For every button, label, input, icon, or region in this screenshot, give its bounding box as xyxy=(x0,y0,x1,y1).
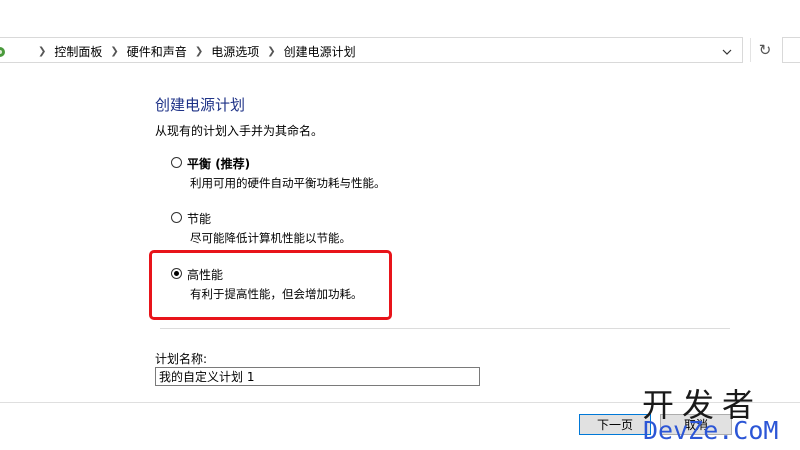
plan-description: 利用可用的硬件自动平衡功耗与性能。 xyxy=(190,176,386,190)
breadcrumb-create-plan[interactable]: 创建电源计划 xyxy=(284,43,356,60)
radio-button[interactable] xyxy=(171,212,182,223)
plan-name-input[interactable] xyxy=(155,367,480,386)
search-box[interactable] xyxy=(782,37,800,63)
plan-label: 平衡 (推荐) xyxy=(187,157,251,171)
breadcrumb-control-panel[interactable]: 控制面板 xyxy=(54,43,102,60)
address-box[interactable]: ❯ 控制面板 ❯ 硬件和声音 ❯ 电源选项 ❯ 创建电源计划 xyxy=(0,37,743,63)
refresh-icon: ↻ xyxy=(758,41,772,59)
plan-name-label: 计划名称: xyxy=(155,352,208,366)
breadcrumb-hardware-sound[interactable]: 硬件和声音 xyxy=(127,43,187,60)
control-panel-icon xyxy=(0,44,8,58)
chevron-right-icon: ❯ xyxy=(267,45,276,57)
next-button[interactable]: 下一页 xyxy=(579,414,651,435)
page-subtitle: 从现有的计划入手并为其命名。 xyxy=(155,124,324,138)
chevron-right-icon: ❯ xyxy=(110,45,119,57)
breadcrumb: ❯ 控制面板 ❯ 硬件和声音 ❯ 电源选项 ❯ 创建电源计划 xyxy=(30,38,356,64)
address-dropdown-button[interactable] xyxy=(714,40,740,64)
window-top-area xyxy=(0,0,800,33)
watermark-text-bottom: DevZe.CoM xyxy=(643,416,779,445)
page-title: 创建电源计划 xyxy=(155,96,246,114)
chevron-right-icon: ❯ xyxy=(194,45,204,57)
refresh-button[interactable]: ↻ xyxy=(750,38,779,62)
address-bar: ❯ 控制面板 ❯ 硬件和声音 ❯ 电源选项 ❯ 创建电源计划 ↻ xyxy=(0,35,800,66)
plan-description: 尽可能降低计算机性能以节能。 xyxy=(190,231,351,245)
chevron-right-icon: ❯ xyxy=(38,45,47,57)
breadcrumb-power-options[interactable]: 电源选项 xyxy=(211,43,259,60)
radio-button[interactable] xyxy=(171,157,182,168)
plan-label: 节能 xyxy=(187,212,212,226)
divider xyxy=(160,328,730,329)
chevron-down-icon xyxy=(722,49,732,55)
highlight-box xyxy=(149,250,392,320)
